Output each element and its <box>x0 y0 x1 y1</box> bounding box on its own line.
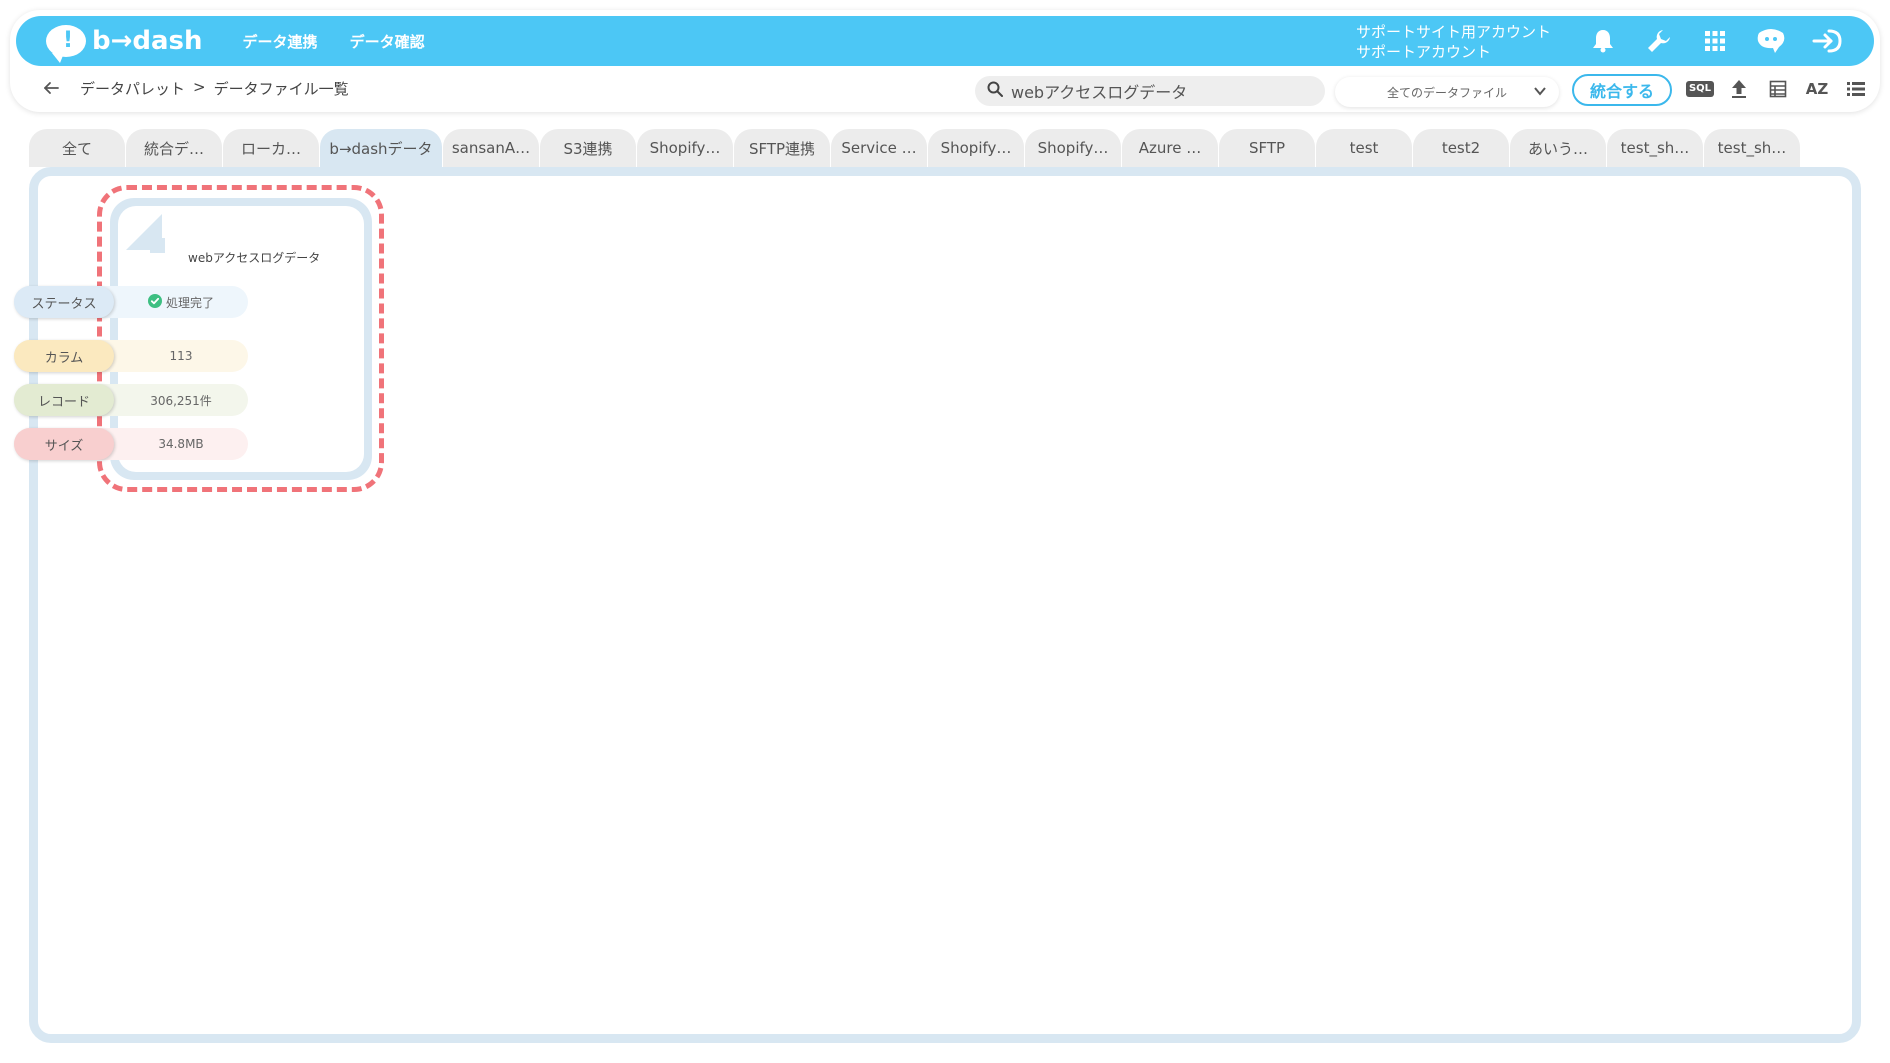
record-row: レコード 306,251件 <box>14 384 248 416</box>
status-value: 処理完了 <box>114 293 248 311</box>
tab-local[interactable]: ローカ… <box>223 129 319 167</box>
tab-shopify-1[interactable]: Shopify… <box>637 129 733 167</box>
tab-test-sh-1[interactable]: test_sh… <box>1607 129 1703 167</box>
search-input[interactable] <box>1011 81 1301 101</box>
account-name: サポートサイト用アカウント <box>1356 23 1552 41</box>
account-role: サポートアカウント <box>1356 43 1492 61</box>
sub-toolbar: データパレット > データファイル一覧 全てのデータファイル 統合する SQL <box>10 66 1880 112</box>
account-info[interactable]: サポートサイト用アカウント サポートアカウント <box>1356 22 1551 62</box>
tab-integrated-data[interactable]: 統合デ… <box>126 129 222 167</box>
column-count: 113 <box>169 349 193 363</box>
upload-icon[interactable] <box>1726 76 1752 102</box>
chevron-down-icon <box>1533 84 1547 101</box>
tab-sftp-integration[interactable]: SFTP連携 <box>734 129 830 167</box>
tab-all[interactable]: 全て <box>29 129 125 167</box>
column-label: カラム <box>14 340 114 372</box>
list-view-icon[interactable] <box>1843 76 1869 102</box>
breadcrumb-current: データファイル一覧 <box>213 80 349 98</box>
tab-sftp[interactable]: SFTP <box>1219 129 1315 167</box>
breadcrumb-data-palette[interactable]: データパレット <box>80 78 185 99</box>
tab-shopify-3[interactable]: Shopify… <box>1025 129 1121 167</box>
tab-sansan[interactable]: sansanA… <box>443 129 539 167</box>
logout-icon[interactable] <box>1810 24 1844 58</box>
status-label: ステータス <box>14 286 114 318</box>
support-chat-icon[interactable] <box>1754 24 1788 58</box>
tab-service[interactable]: Service … <box>831 129 927 167</box>
tab-shopify-2[interactable]: Shopify… <box>928 129 1024 167</box>
size-label: サイズ <box>14 428 114 460</box>
record-label: レコード <box>14 384 114 416</box>
logo-text: b→dash <box>92 26 203 56</box>
logo[interactable]: ! b→dash <box>46 25 203 63</box>
tab-aiu[interactable]: あいう… <box>1510 129 1606 167</box>
tab-azure[interactable]: Azure … <box>1122 129 1218 167</box>
check-circle-icon <box>147 293 162 311</box>
sort-az-icon[interactable]: AZ <box>1804 76 1830 102</box>
category-tabs: 全て 統合デ… ローカ… b→dashデータ sansanA… S3連携 Sho… <box>29 129 1801 167</box>
card-title: webアクセスログデータ <box>188 251 321 265</box>
size-row: サイズ 34.8MB <box>14 428 248 460</box>
breadcrumb: データパレット > データファイル一覧 <box>80 78 349 99</box>
sort-az-label: AZ <box>1805 80 1829 98</box>
tab-test2[interactable]: test2 <box>1413 129 1509 167</box>
sql-icon[interactable]: SQL <box>1685 76 1715 102</box>
app-header: ! b→dash データ連携 データ確認 サポートサイト用アカウント サポートア… <box>10 10 1880 112</box>
status-text: 処理完了 <box>165 295 214 310</box>
tab-s3[interactable]: S3連携 <box>540 129 636 167</box>
nav-data-check[interactable]: データ確認 <box>350 31 425 52</box>
logo-bubble-icon: ! <box>46 25 86 63</box>
tab-bdash-data[interactable]: b→dashデータ <box>320 129 442 167</box>
nav-data-integration[interactable]: データ連携 <box>243 31 318 52</box>
wrench-icon[interactable] <box>1642 24 1676 58</box>
bell-icon[interactable] <box>1586 24 1620 58</box>
tab-test[interactable]: test <box>1316 129 1412 167</box>
status-row: ステータス 処理完了 <box>14 286 248 318</box>
tab-test-sh-2[interactable]: test_sh… <box>1704 129 1800 167</box>
search-icon <box>987 81 1003 101</box>
file-filter-select[interactable]: 全てのデータファイル <box>1335 77 1559 107</box>
column-row: カラム 113 <box>14 340 248 372</box>
merge-button[interactable]: 統合する <box>1572 74 1672 106</box>
top-navigation-bar: ! b→dash データ連携 データ確認 サポートサイト用アカウント サポートア… <box>16 16 1874 66</box>
record-count: 306,251件 <box>150 393 212 408</box>
file-icon <box>122 210 184 276</box>
size-value: 34.8MB <box>158 437 204 451</box>
breadcrumb-separator: > <box>193 78 206 96</box>
file-filter-value: 全てのデータファイル <box>1386 85 1507 100</box>
search-box[interactable] <box>975 76 1325 106</box>
sql-icon-label: SQL <box>1685 81 1715 97</box>
back-arrow-icon[interactable] <box>40 77 62 99</box>
apps-grid-icon[interactable] <box>1698 24 1732 58</box>
table-view-icon[interactable] <box>1765 76 1791 102</box>
